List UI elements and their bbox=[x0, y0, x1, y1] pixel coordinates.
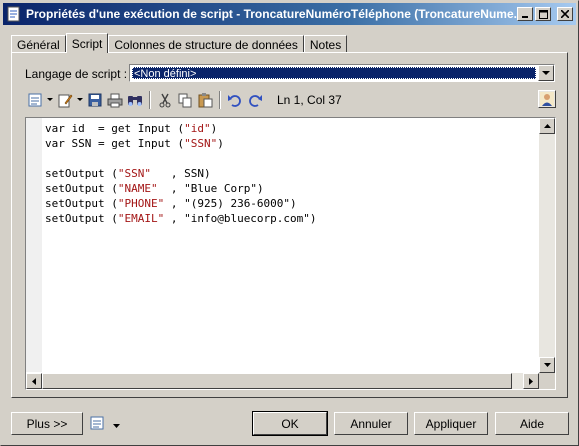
user-icon[interactable] bbox=[538, 90, 556, 108]
toolbar-separator bbox=[219, 91, 221, 109]
title-bar[interactable]: Propriétés d'une exécution de script - T… bbox=[3, 3, 576, 25]
tab-notes[interactable]: Notes bbox=[303, 35, 348, 53]
code-line: var id = get Input ("id") bbox=[45, 122, 218, 135]
script-editor[interactable]: var id = get Input ("id") var SSN = get I… bbox=[25, 117, 556, 390]
tab-data-structure-columns[interactable]: Colonnes de structure de données bbox=[108, 35, 304, 53]
chevron-down-icon[interactable] bbox=[538, 65, 554, 81]
layout-menu-button[interactable] bbox=[89, 414, 125, 434]
toolbar-separator bbox=[149, 91, 151, 109]
scroll-up-icon[interactable] bbox=[539, 118, 555, 134]
more-button[interactable]: Plus >> bbox=[11, 412, 83, 435]
help-button[interactable]: Aide bbox=[495, 412, 569, 435]
dialog-window: Propriétés d'une exécution de script - T… bbox=[0, 0, 579, 446]
window-title: Propriétés d'une exécution de script - T… bbox=[26, 7, 517, 21]
properties-dropdown-icon[interactable] bbox=[45, 90, 55, 110]
edit-dropdown-icon[interactable] bbox=[75, 90, 85, 110]
apply-button[interactable]: Appliquer bbox=[414, 412, 488, 435]
maximize-icon[interactable] bbox=[535, 7, 551, 21]
layout-icon bbox=[89, 415, 105, 434]
redo-icon[interactable] bbox=[245, 90, 265, 110]
code-line: setOutput ("PHONE" , "(925) 236-6000") bbox=[45, 197, 297, 210]
tab-general[interactable]: Général bbox=[11, 35, 66, 53]
script-document-icon bbox=[6, 6, 22, 22]
horizontal-scroll-thumb[interactable] bbox=[42, 373, 512, 389]
horizontal-scrollbar[interactable] bbox=[26, 373, 539, 389]
language-select[interactable]: <Non défini> bbox=[129, 64, 555, 82]
scroll-right-icon[interactable] bbox=[523, 373, 539, 389]
code-line: var SSN = get Input ("SSN") bbox=[45, 137, 224, 150]
cursor-position: Ln 1, Col 37 bbox=[277, 93, 342, 107]
language-label: Langage de script : bbox=[25, 67, 128, 81]
code-line: setOutput ("SSN" , SSN) bbox=[45, 167, 211, 180]
copy-icon[interactable] bbox=[175, 90, 195, 110]
code-line: setOutput ("EMAIL" , "info@bluecorp.com"… bbox=[45, 212, 317, 225]
language-selected-value: <Non défini> bbox=[132, 67, 536, 80]
scroll-down-icon[interactable] bbox=[539, 357, 555, 373]
tab-script[interactable]: Script bbox=[65, 33, 109, 53]
chevron-down-icon bbox=[113, 417, 120, 431]
scroll-left-icon[interactable] bbox=[26, 373, 42, 389]
save-icon[interactable] bbox=[85, 90, 105, 110]
cancel-button[interactable]: Annuler bbox=[334, 412, 408, 435]
ok-button[interactable]: OK bbox=[252, 411, 328, 436]
undo-icon[interactable] bbox=[225, 90, 245, 110]
print-icon[interactable] bbox=[105, 90, 125, 110]
scrollbar-corner bbox=[539, 373, 555, 389]
paste-icon[interactable] bbox=[195, 90, 215, 110]
cut-icon[interactable] bbox=[155, 90, 175, 110]
vertical-scrollbar[interactable] bbox=[539, 118, 555, 373]
edit-icon[interactable] bbox=[55, 90, 75, 110]
minimize-icon[interactable] bbox=[517, 7, 533, 21]
find-icon[interactable] bbox=[125, 90, 145, 110]
tab-strip: Général Script Colonnes de structure de … bbox=[11, 33, 348, 53]
code-text[interactable]: var id = get Input ("id") var SSN = get I… bbox=[45, 121, 317, 226]
editor-toolbar: Ln 1, Col 37 bbox=[25, 89, 342, 111]
editor-gutter bbox=[26, 118, 42, 372]
close-icon[interactable] bbox=[557, 7, 573, 21]
properties-icon[interactable] bbox=[25, 90, 45, 110]
code-line: setOutput ("NAME" , "Blue Corp") bbox=[45, 182, 264, 195]
